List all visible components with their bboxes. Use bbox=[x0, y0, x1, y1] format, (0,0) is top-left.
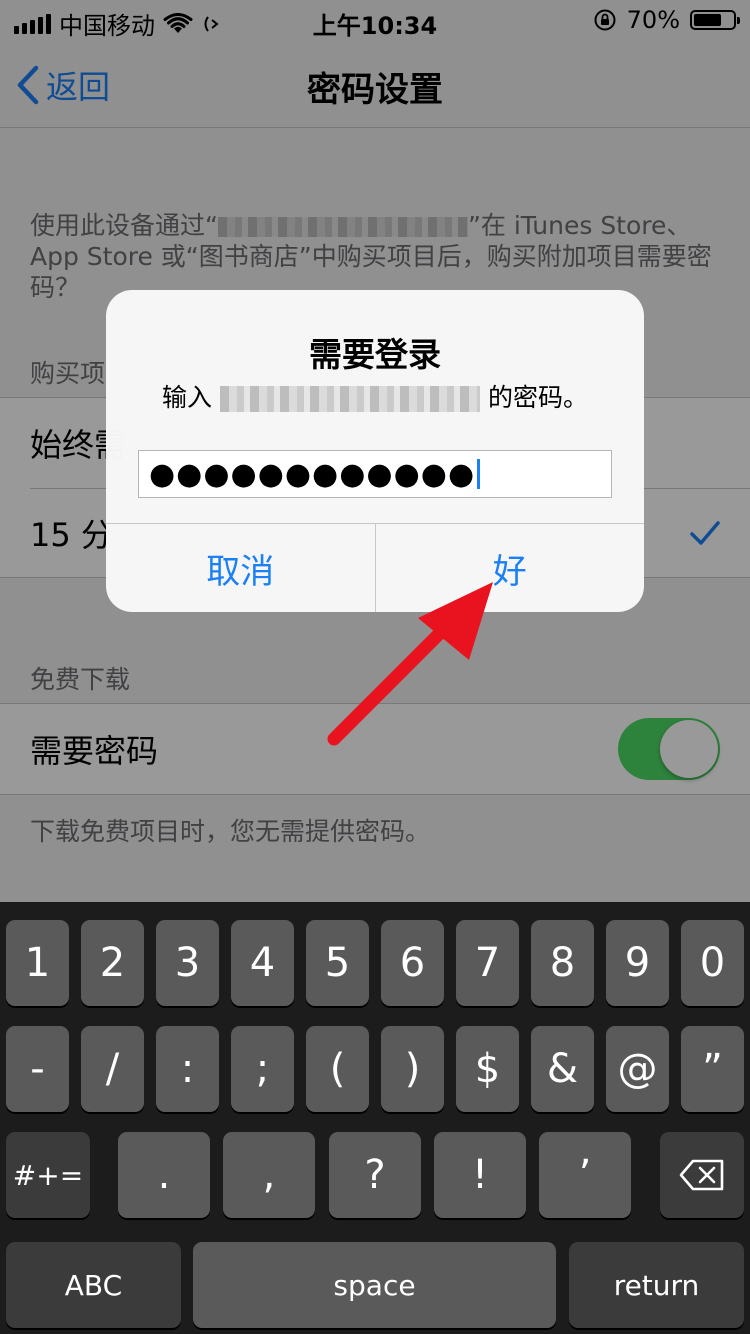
key-quote[interactable]: ” bbox=[681, 1026, 744, 1112]
key-hyphen[interactable]: - bbox=[6, 1026, 69, 1112]
return-key[interactable]: return bbox=[569, 1242, 744, 1328]
key-1[interactable]: 1 bbox=[6, 920, 69, 1006]
key-more-symbols[interactable]: #+= bbox=[6, 1132, 90, 1218]
message-suffix: 的密码。 bbox=[488, 383, 589, 412]
password-input[interactable]: ●●●●●●●●●●●● bbox=[138, 450, 612, 498]
key-7[interactable]: 7 bbox=[456, 920, 519, 1006]
key-slash[interactable]: / bbox=[81, 1026, 144, 1112]
message-prefix: 输入 bbox=[161, 383, 212, 412]
backspace-icon bbox=[679, 1159, 724, 1191]
key-4[interactable]: 4 bbox=[231, 920, 294, 1006]
red-arrow-annotation bbox=[327, 582, 493, 746]
key-question[interactable]: ? bbox=[329, 1132, 421, 1218]
space-key[interactable]: space bbox=[193, 1242, 556, 1328]
key-at[interactable]: @ bbox=[606, 1026, 669, 1112]
alert-title: 需要登录 bbox=[309, 335, 441, 374]
keyboard: 1 2 3 4 5 6 7 8 9 0 - / : ; ( ) $ & @ ” … bbox=[0, 902, 750, 1334]
key-dollar[interactable]: $ bbox=[456, 1026, 519, 1112]
key-ampersand[interactable]: & bbox=[531, 1026, 594, 1112]
key-9[interactable]: 9 bbox=[606, 920, 669, 1006]
key-6[interactable]: 6 bbox=[381, 920, 444, 1006]
text-caret bbox=[477, 459, 481, 489]
screen: 中国移动 上午10:34 70% 返回 密码设置 使用此设备通过“ ”在 iTu… bbox=[0, 0, 750, 1334]
abc-key[interactable]: ABC bbox=[6, 1242, 181, 1328]
delete-key[interactable] bbox=[660, 1132, 744, 1218]
key-colon[interactable]: : bbox=[156, 1026, 219, 1112]
key-comma[interactable]: , bbox=[223, 1132, 315, 1218]
redacted-apple-id bbox=[220, 386, 480, 412]
key-0[interactable]: 0 bbox=[681, 920, 744, 1006]
key-semicolon[interactable]: ; bbox=[231, 1026, 294, 1112]
key-3[interactable]: 3 bbox=[156, 920, 219, 1006]
key-left-paren[interactable]: ( bbox=[306, 1026, 369, 1112]
key-right-paren[interactable]: ) bbox=[381, 1026, 444, 1112]
key-period[interactable]: . bbox=[118, 1132, 210, 1218]
password-value: ●●●●●●●●●●●● bbox=[149, 456, 476, 492]
alert-message: 输入 的密码。 bbox=[106, 378, 644, 414]
key-exclamation[interactable]: ! bbox=[434, 1132, 526, 1218]
key-2[interactable]: 2 bbox=[81, 920, 144, 1006]
key-8[interactable]: 8 bbox=[531, 920, 594, 1006]
login-alert: 需要登录 输入 的密码。 ●●●●●●●●●●●● 取消 好 bbox=[106, 290, 644, 612]
key-5[interactable]: 5 bbox=[306, 920, 369, 1006]
key-apostrophe[interactable]: ’ bbox=[539, 1132, 631, 1218]
